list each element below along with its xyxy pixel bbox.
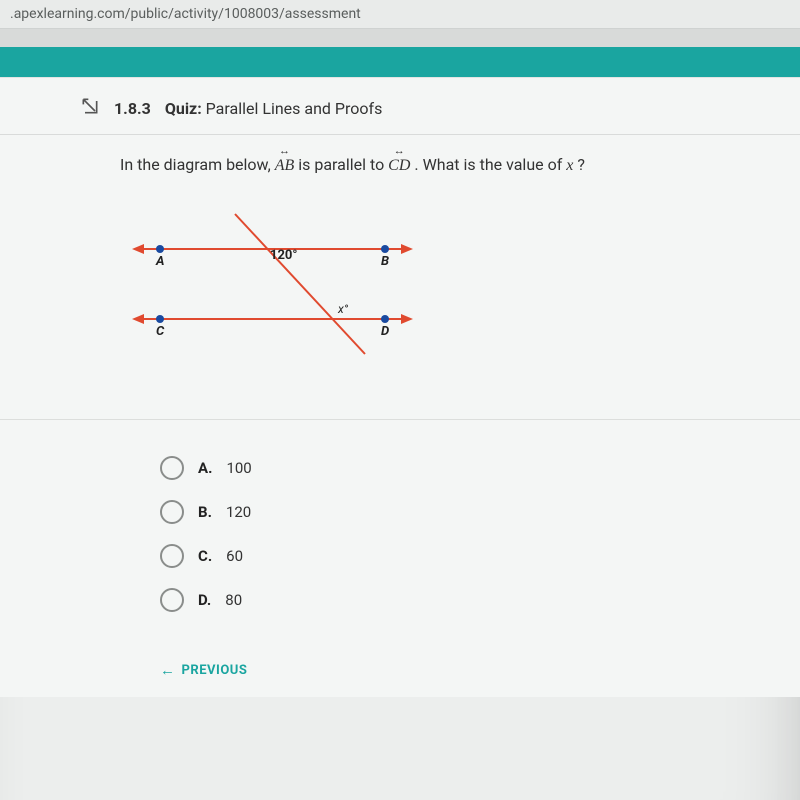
point-b: [381, 245, 389, 253]
angle-x: x°: [337, 302, 349, 316]
radio-icon: [160, 500, 184, 524]
option-c[interactable]: C. 60: [160, 534, 772, 578]
q-lead: In the diagram below,: [120, 155, 275, 174]
label-a: A: [155, 254, 164, 269]
option-value: 120: [226, 503, 251, 521]
q-mark: ?: [577, 155, 585, 174]
quiz-footer: PREVIOUS: [0, 642, 800, 697]
url-text: .apexlearning.com/public/activity/100800…: [10, 6, 361, 22]
option-letter: B.: [198, 503, 212, 521]
angle-120: 120°: [270, 248, 297, 263]
arrow-right-ab: [401, 244, 413, 254]
option-letter: D.: [198, 591, 211, 609]
option-d[interactable]: D. 80: [160, 578, 772, 622]
option-letter: A.: [198, 459, 212, 477]
point-a: [156, 245, 164, 253]
header-accent-bar: [0, 47, 800, 77]
option-b[interactable]: B. 120: [160, 490, 772, 534]
arrow-left-ab: [132, 244, 144, 254]
previous-label: PREVIOUS: [182, 663, 248, 678]
transversal-line: [235, 214, 365, 354]
return-arrow-icon[interactable]: [80, 96, 100, 120]
variable-x: x: [566, 157, 573, 174]
option-value: 100: [226, 459, 251, 477]
arrow-right-cd: [401, 314, 413, 324]
point-d: [381, 315, 389, 323]
radio-icon: [160, 456, 184, 480]
label-c: C: [156, 324, 165, 339]
option-a[interactable]: A. 100: [160, 446, 772, 490]
quiz-label: Quiz: Parallel Lines and Proofs: [165, 99, 383, 118]
option-value: 60: [226, 547, 243, 565]
quiz-type: Quiz:: [165, 99, 202, 118]
answer-options: A. 100 B. 120 C. 60 D. 80: [0, 420, 800, 642]
point-c: [156, 315, 164, 323]
label-d: D: [381, 324, 389, 339]
quiz-number: 1.8.3: [114, 99, 151, 118]
content-card: 1.8.3 Quiz: Parallel Lines and Proofs In…: [0, 77, 800, 697]
question-area: In the diagram below, AB is parallel to …: [0, 135, 800, 420]
page-frame: 1.8.3 Quiz: Parallel Lines and Proofs In…: [0, 47, 800, 800]
geometry-diagram: A B C D 120° x°: [120, 209, 440, 369]
browser-url-bar[interactable]: .apexlearning.com/public/activity/100800…: [0, 0, 800, 29]
option-value: 80: [225, 591, 242, 609]
quiz-title: Parallel Lines and Proofs: [206, 99, 383, 118]
option-letter: C.: [198, 547, 212, 565]
radio-icon: [160, 544, 184, 568]
question-text: In the diagram below, AB is parallel to …: [120, 155, 772, 175]
arrow-left-cd: [132, 314, 144, 324]
previous-button[interactable]: PREVIOUS: [160, 661, 247, 679]
segment-cd: CD: [388, 157, 410, 175]
radio-icon: [160, 588, 184, 612]
q-mid: is parallel to: [298, 155, 388, 174]
quiz-header: 1.8.3 Quiz: Parallel Lines and Proofs: [0, 78, 800, 135]
label-b: B: [381, 254, 389, 269]
segment-ab: AB: [275, 157, 295, 175]
q-tail: . What is the value of: [414, 155, 566, 174]
